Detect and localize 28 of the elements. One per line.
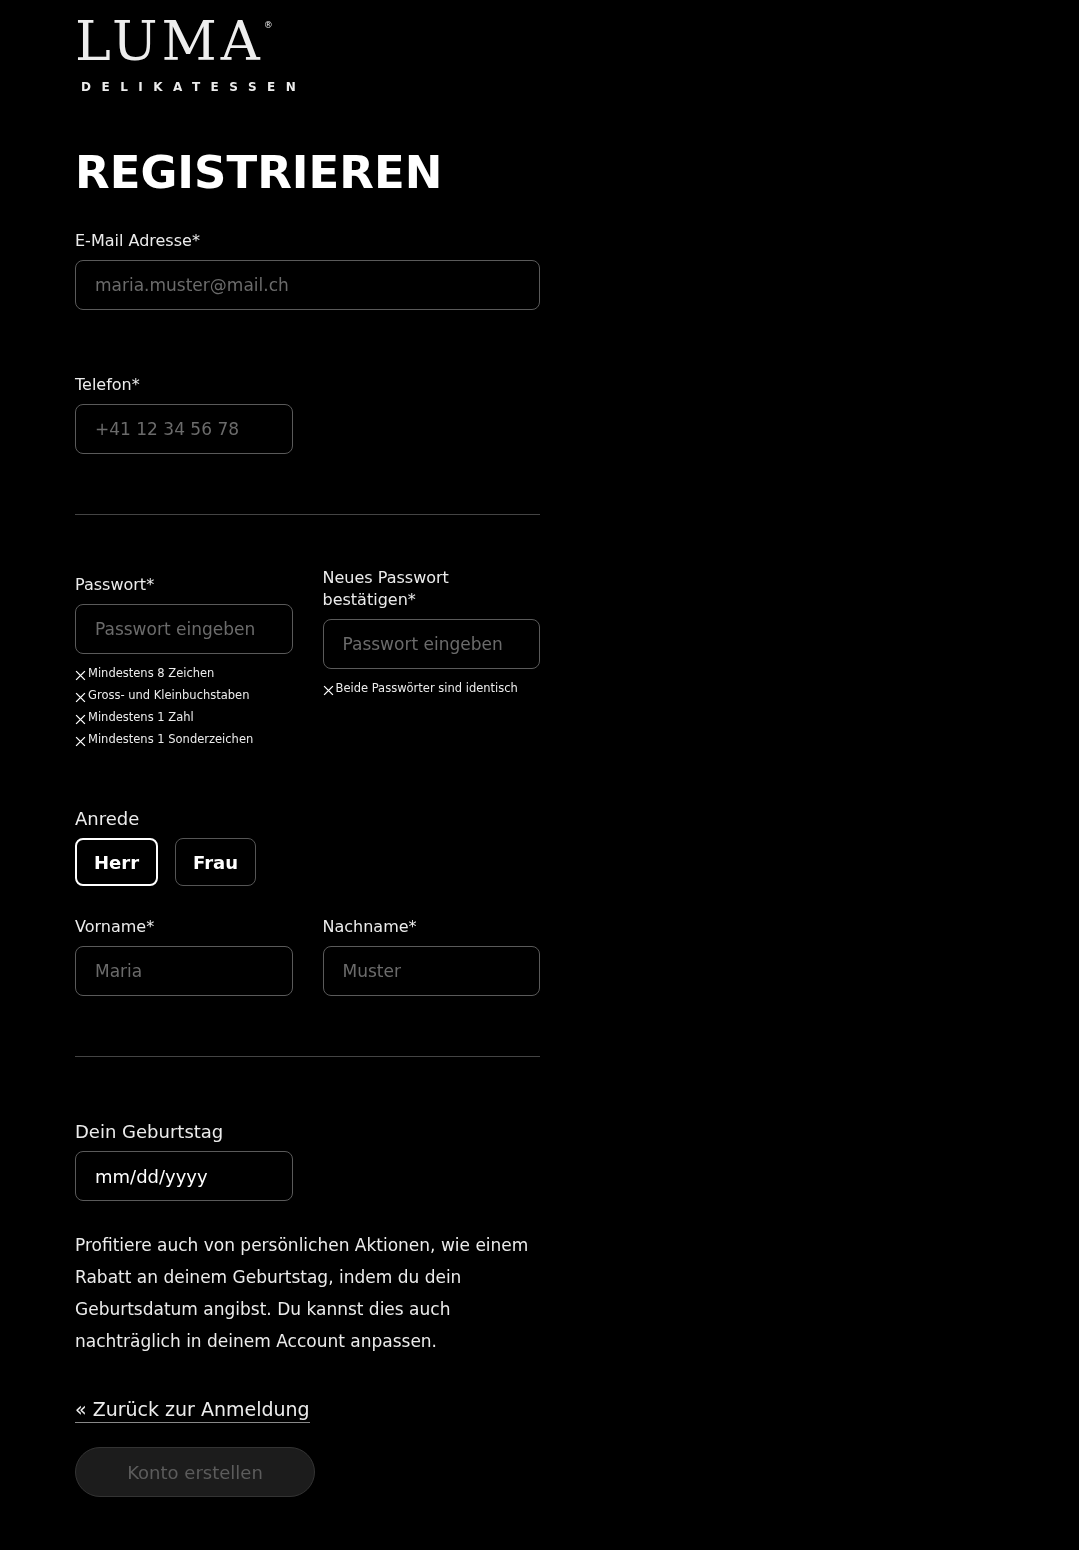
rule-text: Mindestens 8 Zeichen: [88, 665, 215, 682]
field-label: E-Mail Adresse*: [75, 230, 201, 252]
password-confirm-field[interactable]: Passwort eingeben: [322, 619, 540, 669]
field-label: Anrede: [75, 808, 141, 830]
rule-text: Mindestens 1 Zahl: [88, 709, 194, 726]
logo-tagline: DELIKATESSEN: [81, 80, 307, 94]
rule-text: Gross- und Kleinbuchstaben: [88, 687, 250, 704]
logo-wordmark: LUMA: [75, 14, 264, 70]
field-label: Vorname*: [75, 916, 156, 938]
salutation-option[interactable]: Frau: [175, 838, 256, 886]
birthday-field[interactable]: mm/dd/yyyy: [75, 1151, 293, 1201]
back-link[interactable]: « Zurück zur Anmeldung: [75, 1397, 310, 1423]
registered-mark: ®: [263, 20, 273, 30]
last-name-field[interactable]: Muster: [322, 946, 540, 996]
salutation-option[interactable]: Herr: [75, 838, 159, 886]
page-title: REGISTRIEREN: [75, 146, 444, 200]
phone-field[interactable]: +41 12 34 56 78: [75, 404, 293, 454]
field-label: Dein Geburtstag: [75, 1121, 225, 1143]
rule-text: Mindestens 1 Sonderzeichen: [88, 731, 254, 748]
password-field[interactable]: Passwort eingeben: [75, 604, 293, 654]
rule-text: Beide Passwörter sind identisch: [335, 680, 518, 697]
field-label: Telefon*: [75, 374, 141, 396]
birthday-note: Profitiere auch von persönlichen Aktionen, wie einem Rabatt an deinem Geburtstag, indem du dein Geburtsdatum angibst. Du kannst dies auch nachträglich in deinem Account anpassen.: [75, 1234, 530, 1353]
field-label: Neues Passwort bestätigen*: [322, 567, 450, 611]
first-name-field[interactable]: Maria: [75, 946, 293, 996]
email-field[interactable]: maria.muster@mail.ch: [75, 260, 540, 310]
field-label: Passwort*: [75, 574, 156, 596]
field-label: Nachname*: [322, 916, 418, 938]
